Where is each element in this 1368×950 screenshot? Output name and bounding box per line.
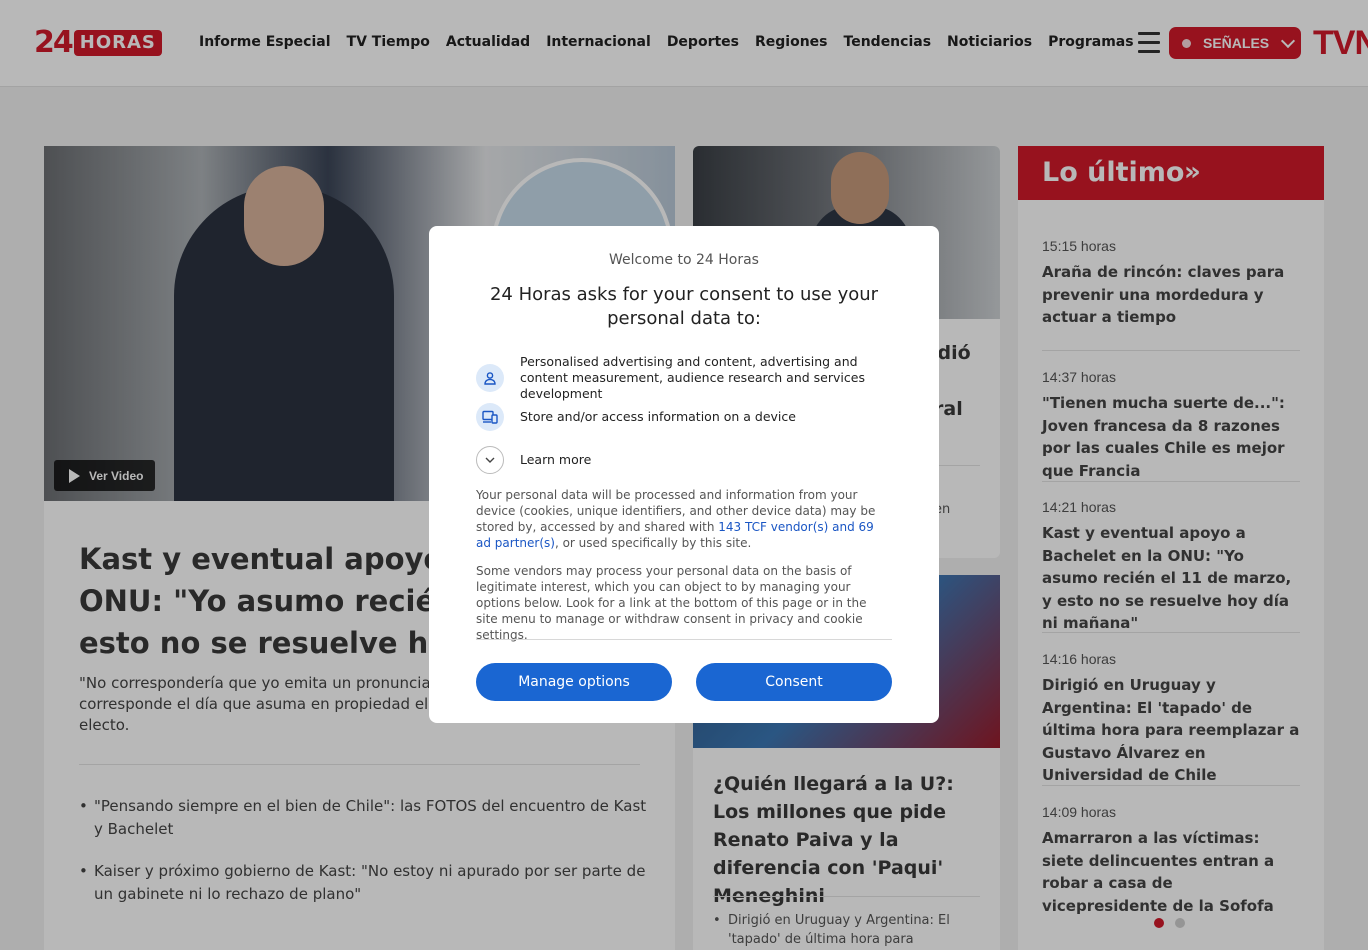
consent-paragraph-1: Your personal data will be processed and… (476, 488, 876, 550)
consent-welcome: Welcome to 24 Horas (609, 252, 759, 268)
device-icon (476, 403, 504, 431)
learn-more-label[interactable]: Learn more (520, 452, 591, 468)
consent-purpose-device: Store and/or access information on a dev… (476, 403, 896, 431)
consent-purpose-label: Store and/or access information on a dev… (520, 409, 796, 424)
consent-paragraph-2: Some vendors may process your personal d… (476, 564, 867, 642)
consent-heading: 24 Horas asks for your consent to use yo… (489, 284, 879, 329)
consent-purpose-personalised: Personalised advertising and content, ad… (476, 354, 896, 402)
chevron-down-icon[interactable] (476, 446, 504, 474)
manage-options-button[interactable]: Manage options (476, 663, 672, 701)
person-icon (476, 364, 504, 392)
learn-more-toggle[interactable]: Learn more (476, 446, 896, 474)
divider (476, 639, 892, 640)
consent-button[interactable]: Consent (696, 663, 892, 701)
consent-purpose-label: Personalised advertising and content, ad… (520, 354, 865, 401)
consent-dialog: Welcome to 24 Horas 24 Horas asks for yo… (429, 226, 939, 723)
